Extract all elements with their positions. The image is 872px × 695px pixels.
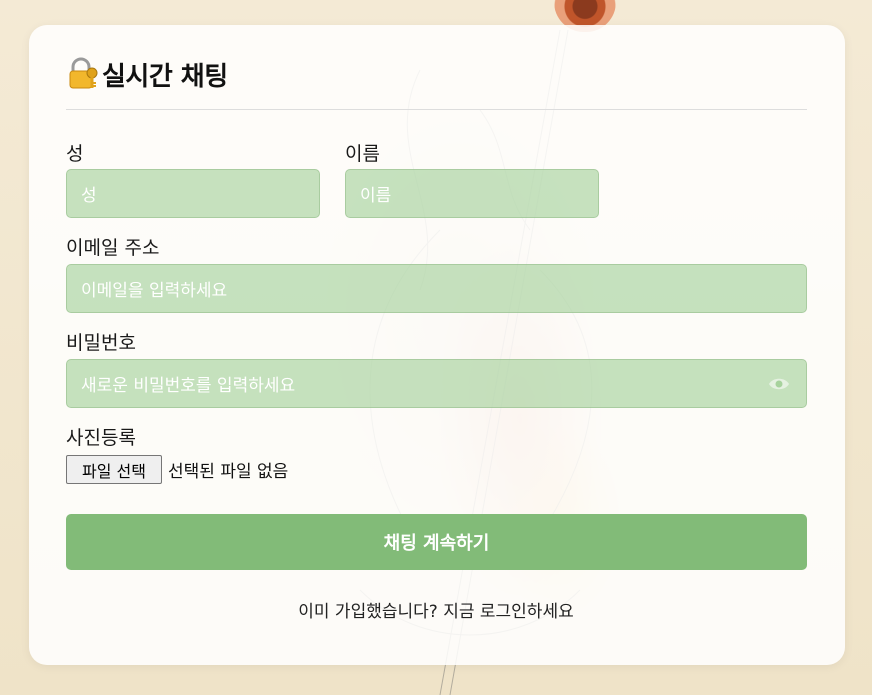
login-link[interactable]: 지금 로그인하세요: [443, 602, 574, 622]
last-name-input[interactable]: 성: [66, 169, 320, 218]
first-name-input[interactable]: 이름: [345, 169, 599, 218]
first-name-placeholder: 이름: [360, 186, 392, 206]
login-prompt: 이미 가입했습니다? 지금 로그인하세요: [0, 597, 872, 622]
login-prompt-text: 이미 가입했습니다?: [298, 602, 438, 622]
last-name-label: 성: [66, 143, 84, 165]
title-divider: [66, 109, 807, 110]
lock-with-key-icon: [69, 57, 98, 89]
eye-icon[interactable]: [768, 376, 790, 392]
choose-file-button[interactable]: 파일 선택: [66, 455, 162, 484]
page-title: 실시간 채팅: [66, 54, 228, 94]
password-placeholder: 새로운 비밀번호를 입력하세요: [81, 376, 296, 396]
file-status-text: 선택된 파일 없음: [168, 462, 289, 482]
email-label: 이메일 주소: [66, 237, 160, 259]
password-input[interactable]: 새로운 비밀번호를 입력하세요: [66, 359, 807, 408]
first-name-label: 이름: [345, 143, 380, 165]
continue-chat-button[interactable]: 채팅 계속하기: [66, 514, 807, 570]
page-title-text: 실시간 채팅: [102, 61, 228, 92]
password-label: 비밀번호: [66, 332, 136, 354]
email-input[interactable]: 이메일을 입력하세요: [66, 264, 807, 313]
email-placeholder: 이메일을 입력하세요: [81, 281, 228, 301]
last-name-placeholder: 성: [81, 186, 97, 206]
photo-label: 사진등록: [66, 427, 136, 449]
